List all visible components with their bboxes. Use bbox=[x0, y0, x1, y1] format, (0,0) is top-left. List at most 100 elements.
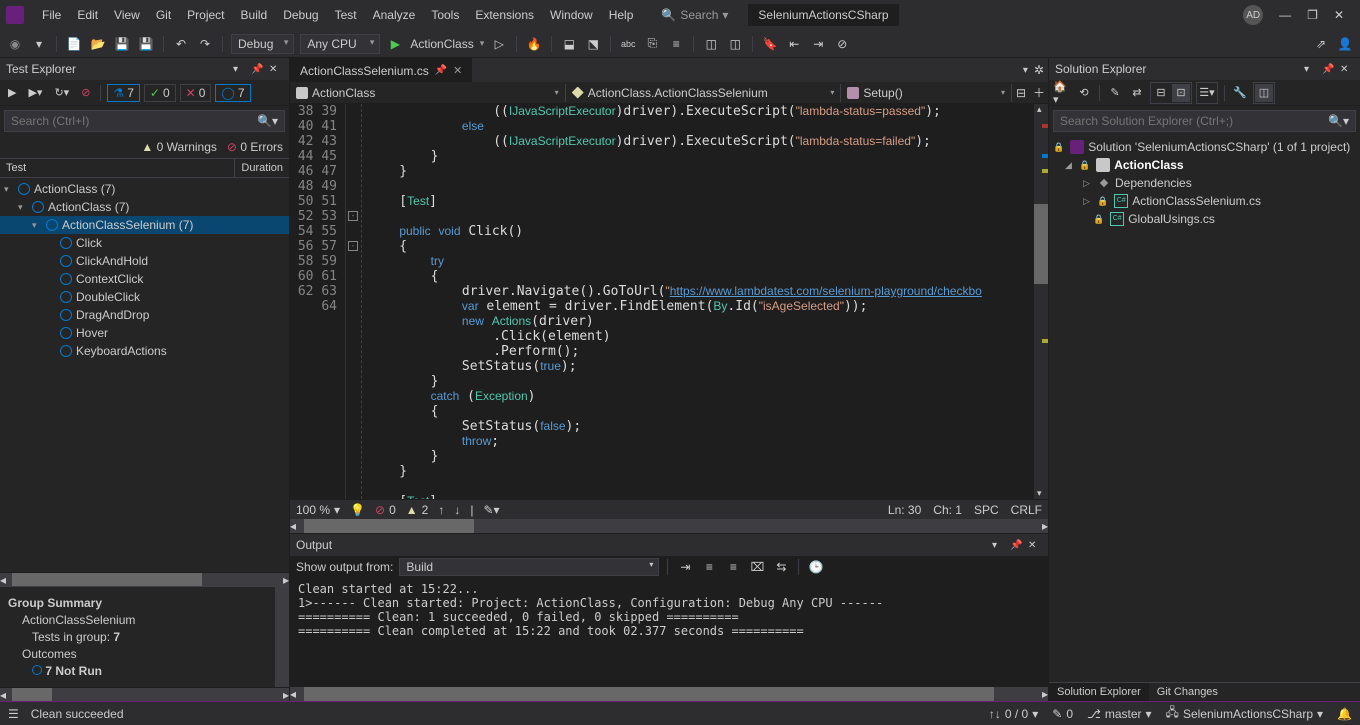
h-scrollbar-2[interactable]: ◂▸ bbox=[0, 687, 289, 701]
nav-method[interactable]: Setup() bbox=[841, 84, 1012, 102]
sync-icon[interactable]: ⇄ bbox=[1128, 84, 1146, 102]
flask-count[interactable]: ⚗7 bbox=[107, 84, 139, 102]
close-panel-icon[interactable]: ✕ bbox=[269, 64, 283, 75]
test-node[interactable]: Hover bbox=[0, 324, 289, 342]
lightbulb-icon[interactable]: 💡 bbox=[350, 503, 365, 517]
tab-close-icon[interactable]: ✕ bbox=[453, 64, 462, 77]
search-box[interactable]: 🔍 Search ▾ bbox=[653, 6, 736, 24]
prev-issue-icon[interactable]: ↑ bbox=[438, 503, 444, 517]
home-icon[interactable]: 🏠▾ bbox=[1053, 84, 1071, 102]
step-icon[interactable]: ⬓ bbox=[560, 35, 578, 53]
repeat-icon[interactable]: ↻▾ bbox=[50, 84, 73, 101]
output-source-combo[interactable]: Build bbox=[399, 558, 659, 576]
editor-vscrollbar[interactable]: ▴ ▾ bbox=[1034, 104, 1048, 499]
start-label[interactable]: ActionClass bbox=[410, 37, 473, 51]
menu-tools[interactable]: Tools bbox=[423, 4, 467, 26]
pin-icon[interactable]: 📌 bbox=[1010, 540, 1024, 551]
restore-icon[interactable]: ❐ bbox=[1307, 8, 1318, 22]
pass-count[interactable]: ✓0 bbox=[144, 84, 176, 102]
dependencies-node[interactable]: ▷Dependencies bbox=[1049, 174, 1360, 192]
indent-out-icon[interactable]: ◫ bbox=[702, 35, 720, 53]
step-over-icon[interactable]: ⬔ bbox=[584, 35, 602, 53]
filter-icon[interactable]: ☰▾ bbox=[1198, 84, 1216, 102]
cancel-icon[interactable]: ⊘ bbox=[77, 84, 94, 101]
collapse-icon[interactable]: ⊟ bbox=[1152, 84, 1170, 102]
pin-icon[interactable]: 📌 bbox=[435, 65, 447, 76]
notrun-count[interactable]: ◯7 bbox=[215, 84, 250, 102]
test-node[interactable]: ClickAndHold bbox=[0, 252, 289, 270]
bm-clear-icon[interactable]: ⊘ bbox=[833, 35, 851, 53]
test-node[interactable]: KeyboardActions bbox=[0, 342, 289, 360]
warnings-label[interactable]: 0 Warnings bbox=[157, 140, 217, 154]
summary-scrollbar[interactable] bbox=[275, 587, 289, 687]
col-indicator[interactable]: Ch: 1 bbox=[933, 503, 962, 517]
bm-prev-icon[interactable]: ⇤ bbox=[785, 35, 803, 53]
menu-analyze[interactable]: Analyze bbox=[365, 4, 424, 26]
project-node[interactable]: ◢🔒ActionClass bbox=[1049, 156, 1360, 174]
back-icon[interactable]: ◉ bbox=[6, 35, 24, 53]
close-panel-icon[interactable]: ✕ bbox=[1028, 540, 1042, 551]
redo-icon[interactable]: ↷ bbox=[196, 35, 214, 53]
branch-indicator[interactable]: ⎇ master ▾ bbox=[1087, 707, 1152, 721]
bookmark-icon[interactable]: 🔖 bbox=[761, 35, 779, 53]
switch-view-icon[interactable]: ⟲ bbox=[1075, 84, 1093, 102]
output-text[interactable]: Clean started at 15:22... 1>------ Clean… bbox=[290, 578, 1048, 687]
test-node[interactable]: Click bbox=[0, 234, 289, 252]
platform-combo[interactable]: Any CPU bbox=[300, 34, 380, 54]
test-node[interactable]: DragAndDrop bbox=[0, 306, 289, 324]
wrap-icon[interactable]: ⇆ bbox=[772, 558, 790, 576]
start-no-debug-icon[interactable]: ▷ bbox=[490, 35, 508, 53]
fold-column[interactable]: -- bbox=[346, 104, 362, 499]
col-duration[interactable]: Duration bbox=[235, 159, 289, 177]
repo-indicator[interactable]: 🖧 SeleniumActionsCSharp ▾ bbox=[1166, 703, 1324, 724]
run-all-icon[interactable]: ▶ bbox=[4, 84, 20, 101]
col-test[interactable]: Test bbox=[0, 159, 235, 177]
save-icon[interactable]: 💾 bbox=[113, 35, 131, 53]
nav-class[interactable]: ActionClass.ActionClassSelenium bbox=[566, 84, 842, 102]
save-all-icon[interactable]: 💾 bbox=[137, 35, 155, 53]
code-editor[interactable]: 38 39 40 41 42 43 44 45 46 47 48 49 50 5… bbox=[290, 104, 1048, 499]
comment-icon[interactable]: ≡ bbox=[667, 35, 685, 53]
fail-count[interactable]: ✕0 bbox=[180, 84, 212, 102]
pin-icon[interactable]: 📌 bbox=[1322, 64, 1336, 75]
warn-count[interactable]: ▲2 bbox=[406, 503, 429, 517]
dropdown-icon[interactable]: ▾ bbox=[992, 540, 1006, 551]
tabs-settings-icon[interactable]: ✲ bbox=[1034, 63, 1044, 77]
pin-icon[interactable]: 📌 bbox=[251, 64, 265, 75]
forward-icon[interactable]: ▾ bbox=[30, 35, 48, 53]
properties-icon[interactable]: 🔧 bbox=[1231, 84, 1249, 102]
config-combo[interactable]: Debug bbox=[231, 34, 294, 54]
fold-marker[interactable]: - bbox=[348, 211, 358, 221]
test-search-input[interactable] bbox=[11, 114, 257, 128]
next-issue-icon[interactable]: ↓ bbox=[454, 503, 460, 517]
line-indicator[interactable]: Ln: 30 bbox=[888, 503, 921, 517]
brush-icon[interactable]: ✎▾ bbox=[483, 503, 499, 517]
find-icon[interactable]: ⎘ bbox=[643, 35, 661, 53]
test-node[interactable]: DoubleClick bbox=[0, 288, 289, 306]
start-icon[interactable]: ▶ bbox=[386, 35, 404, 53]
split-icon[interactable]: ⊟ bbox=[1012, 84, 1030, 102]
test-search-box[interactable]: 🔍▾ bbox=[4, 110, 285, 132]
close-panel-icon[interactable]: ✕ bbox=[1340, 64, 1354, 75]
add-icon[interactable]: ＋ bbox=[1030, 84, 1048, 102]
abc-icon[interactable]: abc bbox=[619, 35, 637, 53]
menu-extensions[interactable]: Extensions bbox=[467, 4, 542, 26]
solution-search-box[interactable]: 🔍▾ bbox=[1053, 110, 1356, 132]
menu-help[interactable]: Help bbox=[601, 4, 642, 26]
notifications-icon[interactable]: 🔔 bbox=[1337, 707, 1352, 721]
preview-icon[interactable]: ◫ bbox=[1255, 84, 1273, 102]
share-icon[interactable]: ⇗ bbox=[1312, 35, 1330, 53]
h-scrollbar[interactable]: ◂▸ bbox=[0, 572, 289, 586]
clear-icon[interactable]: ⌧ bbox=[748, 558, 766, 576]
dropdown-icon[interactable]: ▾ bbox=[233, 64, 247, 75]
tab-git-changes[interactable]: Git Changes bbox=[1149, 683, 1226, 701]
eol-indicator[interactable]: CRLF bbox=[1011, 503, 1042, 517]
tab-solution-explorer[interactable]: Solution Explorer bbox=[1049, 683, 1149, 701]
test-node[interactable]: ▾ActionClassSelenium (7) bbox=[0, 216, 289, 234]
solution-node[interactable]: 🔒Solution 'SeleniumActionsCSharp' (1 of … bbox=[1049, 138, 1360, 156]
test-node[interactable]: ▾ActionClass (7) bbox=[0, 180, 289, 198]
minimize-icon[interactable]: ― bbox=[1279, 8, 1291, 22]
file-node[interactable]: 🔒C#GlobalUsings.cs bbox=[1049, 210, 1360, 228]
changes-indicator[interactable]: ✎ 0 bbox=[1052, 707, 1073, 721]
liveshare-icon[interactable]: 👤 bbox=[1336, 35, 1354, 53]
